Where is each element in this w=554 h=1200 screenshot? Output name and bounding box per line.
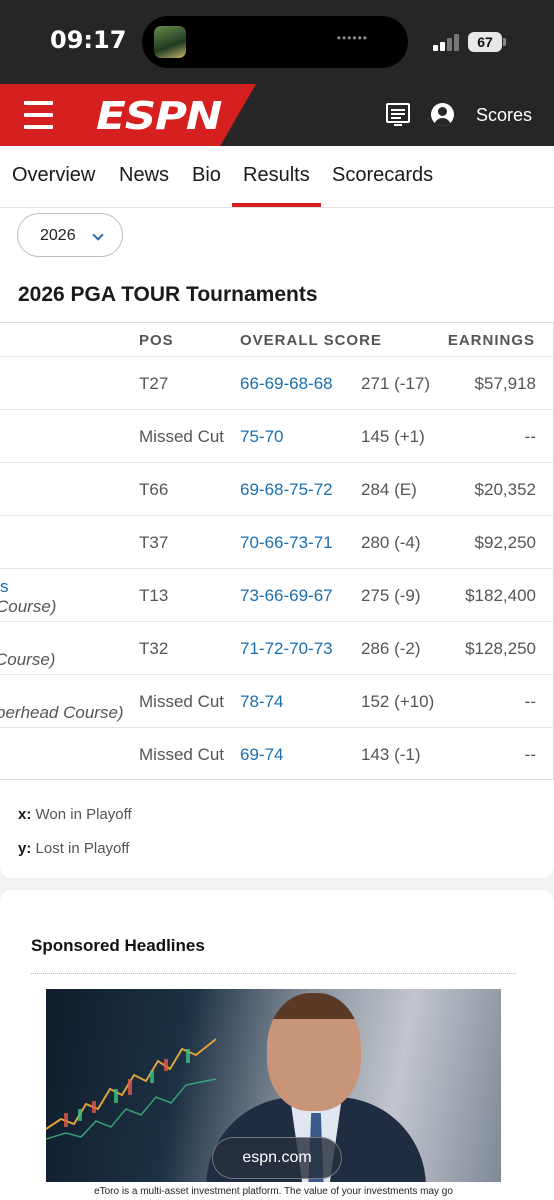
table-row[interactable]: T37 70-66-73-71 280 (-4) $92,250 (0, 515, 553, 568)
rounds-link[interactable]: 69-74 (240, 745, 283, 765)
status-bar: 09:17 •••••• 67 (0, 0, 554, 84)
pos-cell: T32 (139, 639, 169, 658)
espn-header: ESPN Scores (0, 84, 554, 146)
pos-cell: Missed Cut (139, 427, 225, 446)
espn-logo[interactable]: ESPN (96, 94, 222, 138)
results-card: 2026 2026 PGA TOUR Tournaments POS OVERA… (0, 208, 554, 878)
battery-tip (503, 38, 506, 46)
header-earnings: EARNINGS (447, 332, 535, 349)
pos-cell: T27 (139, 374, 169, 393)
person-head (267, 993, 361, 1111)
now-playing-thumbnail (154, 26, 186, 58)
total-cell: 143 (-1) (361, 745, 421, 764)
pos-cell: T37 (139, 533, 169, 552)
legend-text: Won in Playoff (35, 806, 132, 823)
total-cell: 152 (+10) (361, 692, 435, 711)
total-cell: 271 (-17) (361, 374, 430, 393)
results-table: POS OVERALL SCORE EARNINGS T27 66-69-68-… (0, 322, 554, 780)
tab-scorecards[interactable]: Scorecards (332, 164, 433, 187)
rounds-link[interactable]: 70-66-73-71 (240, 533, 333, 553)
sponsored-section: Sponsored Headlines espn.com eToro is a … (0, 890, 554, 1200)
legend-key: x: (18, 806, 32, 823)
tab-overview[interactable]: Overview (12, 164, 95, 187)
legend-won: x: Won in Playoff (18, 806, 132, 823)
section-title: 2026 PGA TOUR Tournaments (18, 283, 318, 306)
earnings-cell: $92,250 (474, 533, 536, 552)
table-row[interactable]: Missed Cut 69-74 143 (-1) -- (0, 727, 553, 779)
menu-icon[interactable] (24, 101, 53, 129)
pos-cell: Missed Cut (139, 745, 225, 764)
pos-cell: T13 (139, 586, 169, 605)
tournament-course: perhead Course) (0, 703, 124, 722)
total-cell: 280 (-4) (361, 533, 421, 552)
legend-key: y: (18, 840, 32, 857)
news-icon[interactable] (385, 102, 411, 128)
tournament-course: Course) (0, 597, 57, 616)
earnings-cell: $57,918 (474, 374, 536, 393)
rounds-link[interactable]: 78-74 (240, 692, 283, 712)
rounds-link[interactable]: 73-66-69-67 (240, 586, 333, 606)
tournament-link[interactable]: s (0, 577, 9, 597)
ad-disclaimer: eToro is a multi-asset investment platfo… (46, 1182, 501, 1200)
total-cell: 286 (-2) (361, 639, 421, 658)
table-row[interactable]: Missed Cut 75-70 145 (+1) -- (0, 409, 553, 462)
legend-text: Lost in Playoff (35, 840, 130, 857)
tab-bar: Overview News Bio Results Scorecards (0, 146, 554, 208)
table-row[interactable]: Course) T32 71-72-70-73 286 (-2) $128,25… (0, 621, 553, 674)
island-dots: •••••• (336, 31, 368, 45)
total-cell: 275 (-9) (361, 586, 421, 605)
rounds-link[interactable]: 66-69-68-68 (240, 374, 333, 394)
header-overall-score: OVERALL SCORE (240, 332, 382, 349)
year-dropdown[interactable]: 2026 (17, 213, 123, 257)
tab-news[interactable]: News (119, 164, 169, 187)
earnings-cell: $20,352 (474, 480, 536, 499)
ad-image[interactable]: espn.com (46, 989, 501, 1199)
earnings-cell: $182,400 (465, 586, 536, 605)
total-cell: 145 (+1) (361, 427, 425, 446)
table-row[interactable]: perhead Course) Missed Cut 78-74 152 (+1… (0, 674, 553, 727)
chevron-down-icon (92, 229, 104, 241)
table-row[interactable]: T27 66-69-68-68 271 (-17) $57,918 (0, 356, 553, 409)
header-pos: POS (139, 332, 174, 349)
table-row[interactable]: s Course) T13 73-66-69-67 275 (-9) $182,… (0, 568, 553, 621)
dynamic-island[interactable]: •••••• (142, 16, 408, 68)
rounds-link[interactable]: 69-68-75-72 (240, 480, 333, 500)
tab-bio[interactable]: Bio (192, 164, 221, 187)
active-tab-indicator (232, 203, 321, 207)
battery-icon: 67 (468, 32, 502, 52)
earnings-cell: -- (524, 692, 536, 711)
legend-lost: y: Lost in Playoff (18, 840, 129, 857)
scores-link[interactable]: Scores (476, 105, 532, 126)
signal-icon (433, 33, 463, 51)
tab-results[interactable]: Results (243, 164, 310, 187)
stock-chart-graphic (46, 1038, 216, 1140)
total-cell: 284 (E) (361, 480, 417, 499)
earnings-cell: -- (524, 745, 536, 764)
divider (31, 973, 516, 974)
year-value: 2026 (40, 227, 76, 244)
pos-cell: Missed Cut (139, 692, 225, 711)
earnings-cell: $128,250 (465, 639, 536, 658)
pos-cell: T66 (139, 480, 169, 499)
sponsored-title: Sponsored Headlines (31, 936, 205, 955)
earnings-cell: -- (524, 427, 536, 446)
rounds-link[interactable]: 71-72-70-73 (240, 639, 333, 659)
tournament-course: Course) (0, 650, 56, 669)
status-time: 09:17 (50, 26, 127, 54)
ad-url-pill[interactable]: espn.com (212, 1137, 342, 1179)
table-row[interactable]: T66 69-68-75-72 284 (E) $20,352 (0, 462, 553, 515)
rounds-link[interactable]: 75-70 (240, 427, 283, 447)
user-icon[interactable] (431, 103, 454, 126)
